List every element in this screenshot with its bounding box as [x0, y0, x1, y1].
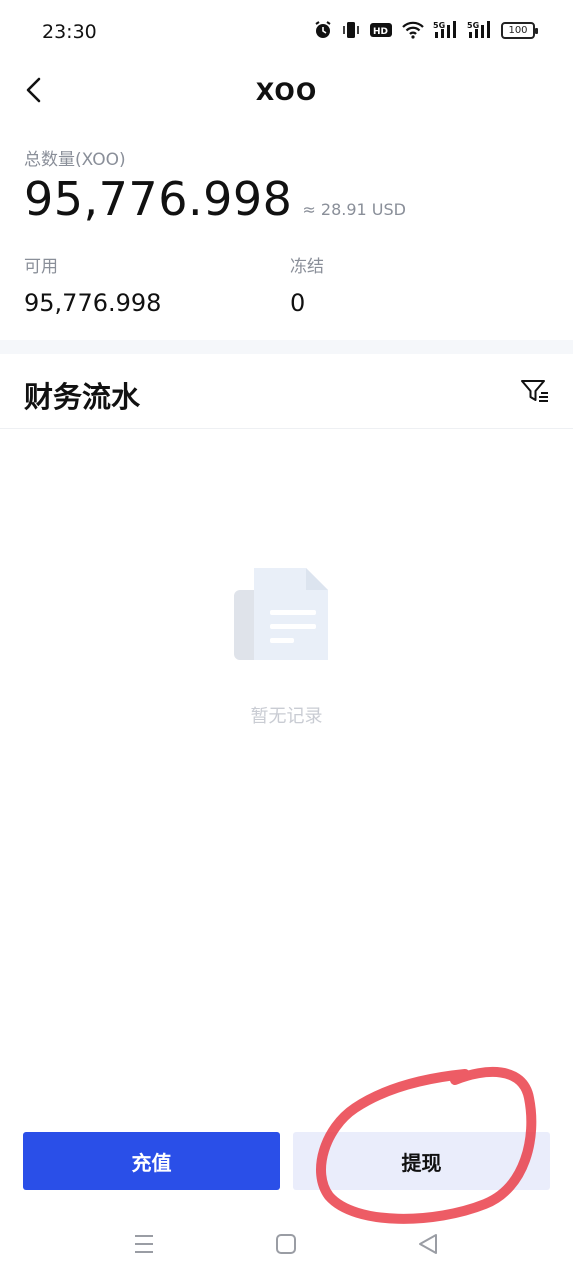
home-square-icon: [274, 1232, 298, 1260]
empty-state: 暂无记录: [0, 560, 573, 728]
empty-text: 暂无记录: [250, 706, 323, 727]
frozen-balance: 冻结 0: [290, 252, 324, 317]
battery-icon: 100: [501, 21, 538, 39]
hd-icon: HD: [369, 21, 393, 39]
total-row: 95,776.998 ≈ 28.91 USD: [24, 172, 406, 226]
frozen-label: 冻结: [290, 257, 324, 277]
signal-5g-icon: 5G: [467, 20, 493, 40]
svg-text:HD: HD: [373, 27, 388, 37]
back-triangle-icon: [416, 1232, 440, 1260]
available-value: 95,776.998: [24, 289, 162, 317]
status-icons: HD 5G 5G 100: [313, 20, 538, 40]
withdraw-button[interactable]: 提现: [293, 1132, 550, 1190]
wifi-icon: [401, 20, 425, 40]
wallet-asset-screen: 23:30 HD 5G 5G 100 XOO 总数量(XOO) 95,776.9…: [0, 0, 573, 1280]
action-bar: 充值 提现: [23, 1132, 550, 1190]
total-label: 总数量(XOO): [24, 150, 126, 170]
section-divider: [0, 340, 573, 354]
signal-5g-icon: 5G: [433, 20, 459, 40]
status-time: 23:30: [42, 21, 97, 43]
menu-icon: [132, 1232, 156, 1260]
vibrate-icon: [341, 20, 361, 40]
available-balance: 可用 95,776.998: [24, 252, 161, 317]
ledger-title: 财务流水: [24, 380, 141, 414]
frozen-value: 0: [290, 289, 306, 317]
nav-header: XOO: [0, 66, 573, 118]
ledger-header: 财务流水: [0, 354, 573, 429]
svg-text:5G: 5G: [433, 21, 445, 30]
available-label: 可用: [24, 257, 58, 277]
status-bar: 23:30 HD 5G 5G 100: [0, 0, 573, 66]
alarm-icon: [313, 20, 333, 40]
deposit-button[interactable]: 充值: [23, 1132, 280, 1190]
svg-text:5G: 5G: [467, 21, 479, 30]
total-amount: 95,776.998: [24, 172, 293, 226]
system-menu-button[interactable]: [130, 1232, 158, 1260]
empty-document-icon: [0, 560, 573, 664]
usd-value: ≈ 28.91 USD: [302, 200, 406, 219]
system-nav-bar: [0, 1218, 573, 1280]
page-title: XOO: [255, 78, 318, 106]
system-home-button[interactable]: [272, 1232, 300, 1260]
filter-icon: [519, 380, 551, 412]
filter-button[interactable]: [519, 376, 551, 408]
system-back-button[interactable]: [414, 1232, 442, 1260]
